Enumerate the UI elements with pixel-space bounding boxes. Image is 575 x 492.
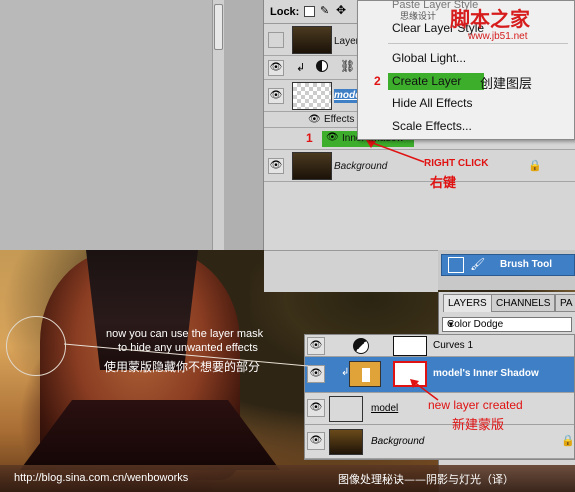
brush-icon — [448, 257, 464, 273]
arrow-pointer — [366, 140, 425, 163]
tool-options — [264, 250, 438, 292]
watermark-small: 思缘设计 — [400, 12, 437, 22]
eye-icon[interactable]: 👁 — [307, 432, 325, 450]
panel-gap — [224, 0, 264, 250]
layer-row-curves[interactable]: 👁 Curves 1 — [305, 335, 574, 357]
visibility-toggle[interactable] — [268, 32, 284, 48]
layer-thumbnail — [329, 396, 363, 422]
menu-item-create-layer[interactable]: Create Layer — [392, 74, 461, 88]
create-layer-cn: 创建图层 — [480, 77, 533, 92]
right-click-annotation: RIGHT CLICK — [424, 158, 489, 169]
right-click-cn-annotation: 右键 — [430, 176, 457, 191]
tab-layers[interactable]: LAYERS — [443, 294, 492, 312]
context-menu: Paste Layer Style Clear Layer Style Glob… — [357, 0, 575, 140]
eye-icon[interactable]: 👁 — [307, 399, 325, 417]
brush-tool-label: Brush Tool — [500, 259, 553, 270]
mask-thumbnail — [393, 336, 427, 356]
menu-item-global-light[interactable]: Global Light... — [392, 51, 466, 65]
layer-row-background[interactable]: 👁 Background 🔒 — [305, 425, 575, 459]
footer-bar: http://blog.sina.com.cn/wenboworks 图像处理秘… — [0, 465, 575, 492]
mask-tip-line1: now you can use the layer mask — [106, 328, 264, 340]
brush-tool-row[interactable]: 🖌 Brush Tool — [441, 254, 575, 276]
move-lock-icon[interactable]: ✥ — [336, 3, 347, 17]
link-icon: ↲ — [296, 62, 306, 74]
scrollbar-thumb[interactable] — [214, 4, 223, 50]
chain-icon: ⛓ — [340, 59, 356, 73]
menu-item-hide-effects[interactable]: Hide All Effects — [392, 96, 472, 110]
watermark-url: www.jb51.net — [468, 31, 528, 42]
footer-url: http://blog.sina.com.cn/wenboworks — [14, 472, 189, 484]
brush-lock-icon[interactable]: ✎ — [320, 4, 331, 17]
adjustment-icon — [316, 60, 328, 72]
chevron-down-icon: ▼ — [447, 320, 455, 329]
layer-thumbnail — [292, 26, 332, 54]
new-layer-cn-annotation: 新建蒙版 — [452, 418, 505, 433]
step-2-marker: 2 — [374, 74, 381, 88]
eye-icon[interactable]: 👁 — [268, 158, 284, 174]
mask-pointer-line — [64, 343, 309, 367]
eye-icon: 👁 — [326, 132, 339, 143]
lock-label: Lock: — [270, 6, 300, 18]
effects-label: Effects — [324, 114, 355, 125]
lock-icon: 🔒 — [528, 160, 542, 172]
layer-name: model's Inner Shadow — [433, 368, 539, 379]
tab-channels[interactable]: CHANNELS — [491, 294, 556, 312]
footer-title: 图像处理秘诀——阴影与灯光（译） — [338, 473, 514, 486]
highlight-circle — [6, 316, 66, 376]
eye-icon[interactable]: 👁 — [308, 114, 321, 125]
blend-mode-select[interactable]: Color Dodge ▼ — [442, 317, 572, 332]
lock-icon: 🔒 — [561, 435, 575, 447]
layer-thumbnail — [329, 429, 363, 455]
vertical-scrollbar[interactable] — [212, 0, 224, 250]
lock-transparency-icon[interactable] — [304, 6, 315, 17]
menu-item-scale-effects[interactable]: Scale Effects... — [392, 119, 472, 133]
layer-name: model — [371, 403, 399, 414]
layer-thumbnail — [292, 82, 332, 110]
layer-name: Curves 1 — [433, 340, 474, 351]
paint-brush-icon: 🖌 — [470, 257, 486, 271]
arrow-pointer — [410, 379, 439, 401]
figure-icon — [362, 368, 370, 382]
layer-thumbnail — [292, 152, 332, 180]
tab-paths[interactable]: PA — [555, 294, 575, 312]
step-1-marker: 1 — [306, 131, 313, 145]
menu-separator — [388, 43, 568, 44]
adjustment-icon — [353, 338, 369, 354]
watermark-logo: 脚本之家 — [450, 7, 530, 31]
layer-name: Background — [371, 436, 425, 447]
layer-thumbnail — [349, 361, 381, 387]
eye-icon[interactable]: 👁 — [268, 60, 284, 76]
eye-icon[interactable]: 👁 — [268, 88, 284, 104]
